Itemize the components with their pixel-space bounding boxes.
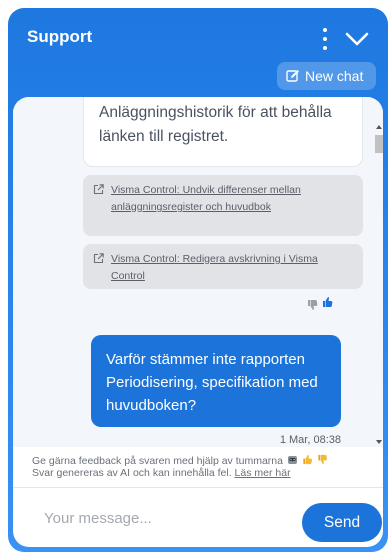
conversation-area[interactable]: Anläggningshistorik för att behålla länk…: [13, 97, 383, 447]
scrollbar-thumb[interactable]: [375, 135, 383, 153]
scroll-down-arrow-icon[interactable]: [376, 440, 382, 444]
composer-divider: [13, 487, 383, 488]
kebab-menu-icon-dot: [323, 37, 327, 41]
thumbs-down-icon[interactable]: [307, 299, 318, 311]
chat-title: Support: [27, 27, 93, 46]
source-link-label: Visma Control: Undvik differenser mellan…: [111, 184, 301, 213]
scroll-up-arrow-icon[interactable]: [376, 125, 382, 129]
source-link-label: Visma Control: Redigera avskrivning i Vi…: [111, 253, 318, 282]
thumbs-up-emoji-icon: [303, 454, 312, 465]
conversation-scrollbar[interactable]: [375, 125, 383, 447]
feedback-hint: Ge gärna feedback på svaren med hjälp av…: [32, 455, 283, 467]
chat-panel: Anläggningshistorik för att behålla länk…: [13, 97, 383, 547]
support-chat-widget: Support New chat Anläggningshistorik för…: [8, 8, 388, 552]
bot-message: Anläggningshistorik för att behålla länk…: [83, 97, 363, 167]
external-link-icon: [93, 184, 104, 195]
user-message: Varför stämmer inte rapporten Periodiser…: [91, 335, 341, 427]
more-options-button[interactable]: [314, 26, 336, 52]
kebab-menu-icon: [323, 28, 327, 32]
external-link-icon: [93, 253, 104, 264]
new-chat-label: New chat: [305, 68, 364, 84]
chat-header: Support New chat: [8, 8, 388, 98]
new-chat-button[interactable]: New chat: [277, 62, 376, 90]
chevron-down-icon: [345, 32, 369, 46]
ai-warning-text: Svar genereras av AI och kan innehålla f…: [32, 467, 232, 479]
collapse-chat-button[interactable]: [344, 28, 370, 50]
message-timestamp: 1 Mar, 08:38: [279, 434, 341, 446]
robot-emoji-icon: [287, 456, 297, 464]
kebab-menu-icon-dot: [323, 46, 327, 50]
read-more-link[interactable]: Läs mer här: [235, 467, 291, 479]
source-link[interactable]: Visma Control: Redigera avskrivning i Vi…: [83, 244, 363, 289]
thumbs-up-icon[interactable]: [322, 296, 333, 308]
message-input[interactable]: [27, 501, 287, 535]
thumbs-down-emoji-icon: [318, 454, 327, 465]
edit-icon: [286, 70, 299, 82]
send-button[interactable]: Send: [302, 503, 382, 542]
ai-disclaimer: Ge gärna feedback på svaren med hjälp av…: [32, 454, 372, 479]
source-link[interactable]: Visma Control: Undvik differenser mellan…: [83, 175, 363, 236]
